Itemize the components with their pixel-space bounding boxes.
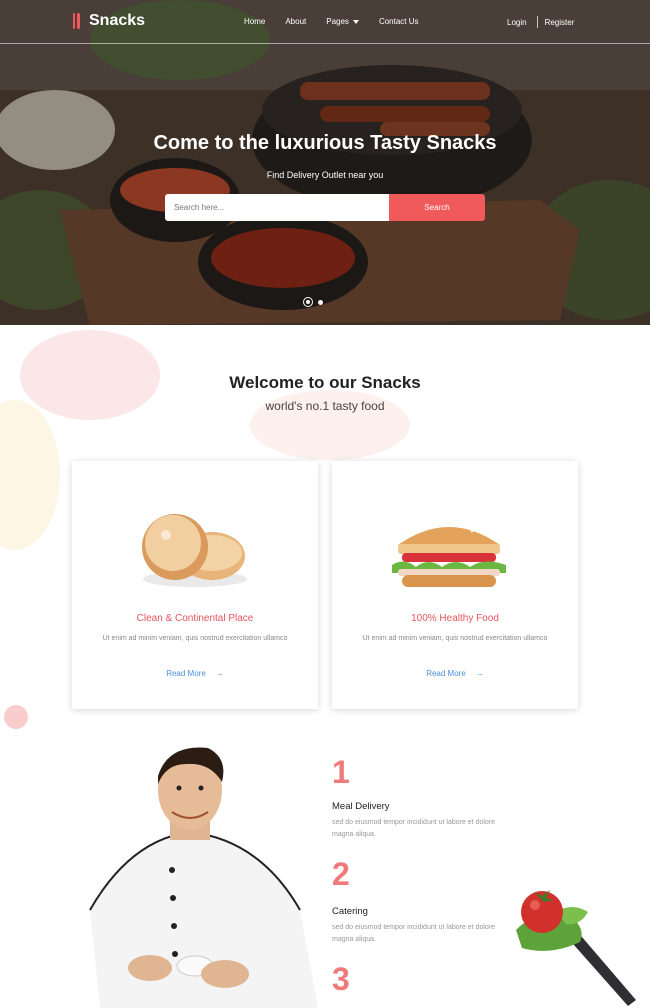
card-description: Ut enim ad minim veniam, quis nostrud ex… (362, 635, 548, 642)
background-dot-decoration (4, 705, 28, 729)
read-more-link[interactable]: Read More → (72, 669, 318, 678)
feature-number: 2 (332, 856, 350, 892)
divider (536, 16, 538, 28)
nav-pages-label: Pages (326, 17, 349, 26)
fork-tomato-image (516, 890, 636, 1006)
hero-subtitle: Find Delivery Outlet near you (266, 170, 384, 180)
hero-title-bold: Tasty Snacks (370, 132, 497, 154)
register-link[interactable]: Register (545, 18, 575, 27)
card-title: 100% Healthy Food (411, 613, 499, 624)
feature-number: 1 (332, 754, 350, 790)
carousel-dot-active[interactable] (303, 297, 313, 307)
nav-home[interactable]: Home (244, 17, 265, 26)
brand-logo[interactable]: Snacks (72, 12, 145, 30)
auth-links: Login Register (507, 16, 574, 28)
brand-name: Snacks (89, 12, 146, 29)
welcome-subtitle: world's no.1 tasty food (265, 399, 385, 413)
nav-contact[interactable]: Contact Us (379, 17, 419, 26)
read-more-label: Read More (426, 669, 466, 678)
burger-image (392, 521, 506, 587)
feature-card-continental: Clean & Continental Place Ut enim ad min… (72, 461, 318, 709)
hero-title: Come to the luxurious Tasty Snacks (0, 132, 650, 155)
main-menu: Home About Pages Contact Us (244, 17, 439, 26)
feature-description: sed do eiusmod tempor incididunt ut labo… (332, 819, 496, 838)
nav-pages-dropdown[interactable]: Pages (326, 17, 359, 26)
welcome-title: Welcome to our Snacks (229, 373, 421, 392)
nav-about[interactable]: About (285, 17, 306, 26)
login-link[interactable]: Login (507, 18, 527, 27)
top-navbar: Snacks Home About Pages Contact Us Login… (0, 0, 650, 44)
carousel-indicators (303, 297, 323, 307)
feature-card-healthy: 100% Healthy Food Ut enim ad minim venia… (332, 461, 578, 709)
carousel-dot[interactable] (318, 299, 323, 305)
read-more-link[interactable]: Read More → (332, 669, 578, 678)
search-input[interactable] (165, 194, 389, 221)
caret-down-icon (352, 19, 359, 24)
chef-image (89, 747, 318, 1008)
feature-title: Meal Delivery (332, 801, 390, 812)
feature-description: sed do eiusmod tempor incididunt ut labo… (332, 924, 496, 943)
read-more-label: Read More (166, 669, 206, 678)
card-title: Clean & Continental Place (136, 613, 254, 624)
arrow-right-icon: → (475, 669, 484, 678)
arrow-right-icon: → (215, 669, 224, 678)
hero-banner: Snacks Home About Pages Contact Us Login… (0, 0, 650, 325)
search-button[interactable]: Search (389, 194, 485, 221)
card-description: Ut enim ad minim veniam, quis nostrud ex… (102, 635, 288, 642)
background-bread-decoration (0, 400, 60, 550)
fork-knife-icon (73, 13, 80, 29)
feature-title: Catering (332, 906, 368, 917)
donuts-image (142, 514, 247, 587)
feature-number: 3 (332, 961, 350, 997)
hero-title-prefix: Come to the luxurious (153, 132, 365, 154)
